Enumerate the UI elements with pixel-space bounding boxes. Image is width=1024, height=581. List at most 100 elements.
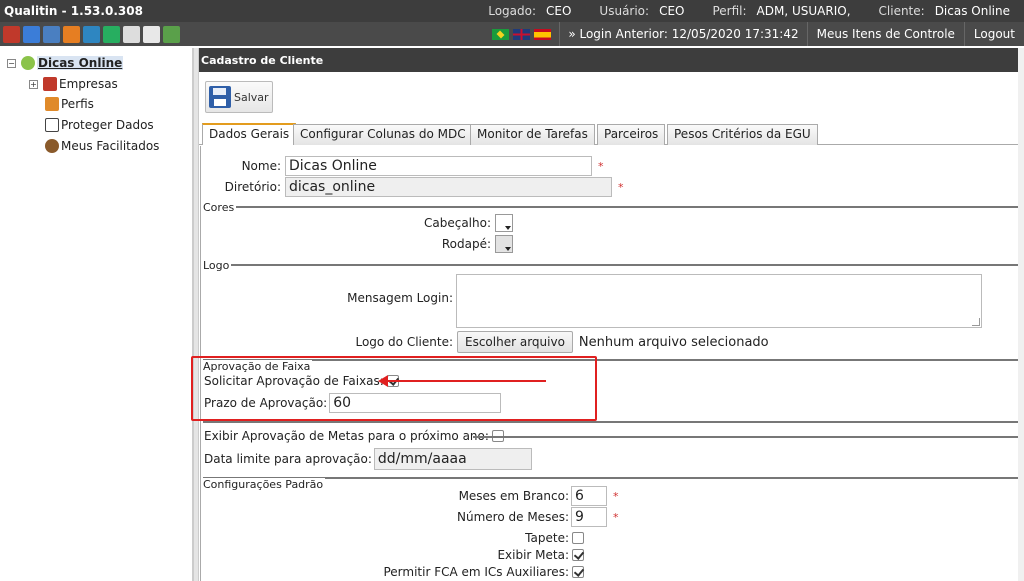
divider [203,421,1024,423]
user-icon [45,139,59,153]
sidebar-item-proteger-dados[interactable]: Proteger Dados [45,118,154,132]
tab-bar: Dados Gerais Configurar Colunas do MDC M… [199,122,1024,145]
module-icon-5[interactable] [83,25,100,43]
logo-cliente-row: Logo do Cliente: Escolher arquivo Nenhum… [201,331,769,353]
required-mark: * [598,159,604,173]
companies-icon [43,77,57,91]
meses-branco-row: Meses em Branco: 6 * [201,486,619,506]
save-label: Salvar [234,90,269,104]
top-bar: Qualitin - 1.53.0.308 Logado: CEO Usuário… [0,0,1024,22]
login-anterior: » Login Anterior: 12/05/2020 17:31:42 [559,22,806,46]
module-icon-9[interactable] [163,25,180,43]
tree-root[interactable]: − Dicas Online [7,56,124,70]
config-fieldset: Configurações Padrão [203,477,1024,491]
tapete-checkbox[interactable] [572,532,584,544]
brazil-flag-icon[interactable] [492,28,510,40]
data-limite-input[interactable]: dd/mm/aaaa [373,448,532,470]
nome-label: Nome: [241,159,281,173]
module-icon-3[interactable] [43,25,60,43]
profile: Perfil: ADM, USUARIO, [712,4,851,18]
tab-dados-gerais[interactable]: Dados Gerais [202,123,297,145]
module-icon-2[interactable] [23,25,40,43]
meses-branco-input[interactable]: 6 [571,486,607,506]
highlight-box [191,356,597,421]
logo-cliente-label: Logo do Cliente: [355,335,453,349]
exibir-meta-row: Exibir Meta: [201,548,584,562]
sidebar-item-perfis[interactable]: Perfis [45,97,94,111]
client: Cliente: Dicas Online [878,4,1010,18]
cabecalho-row: Cabeçalho: [201,214,513,232]
user-info: Logado: CEO Usuário: CEO Perfil: ADM, USUAR… [474,4,1024,18]
diretorio-input: dicas_online [285,177,612,197]
page-title: Cadastro de Cliente [199,48,1024,72]
rodape-label: Rodapé: [441,237,491,251]
logout-link[interactable]: Logout [963,22,1024,46]
exibir-aprov-label: Exibir Aprovação de Metas para o próximo… [204,429,489,443]
tab-configurar-colunas[interactable]: Configurar Colunas do MDC [293,124,473,145]
module-icon-8[interactable] [143,25,160,43]
exibir-aprov-row: Exibir Aprovação de Metas para o próximo… [204,429,504,443]
collapse-icon[interactable]: − [7,58,16,68]
tapete-label: Tapete: [525,531,569,545]
diretorio-row: Diretório: dicas_online * [201,177,624,197]
module-icon-6[interactable] [103,25,120,43]
required-mark: * [613,489,619,503]
numero-meses-label: Número de Meses: [457,510,569,524]
tab-parceiros[interactable]: Parceiros [597,124,666,145]
module-icon-4[interactable] [63,25,80,43]
sidebar-item-empresas[interactable]: + Empresas [29,77,118,91]
language-flags [492,28,559,40]
main-content: Cadastro de Cliente Salvar Dados Gerais … [199,48,1024,581]
save-button[interactable]: Salvar [205,81,273,113]
tree-root-label[interactable]: Dicas Online [37,56,124,70]
mensagem-login-row: Mensagem Login: [201,274,982,328]
tab-pesos-criterios[interactable]: Pesos Critérios da EGU [667,124,818,145]
sidebar-item-label: Proteger Dados [61,118,154,132]
required-mark: * [618,180,624,194]
cores-fieldset: Cores [203,201,1024,214]
tab-monitor-tarefas[interactable]: Monitor de Tarefas [470,124,595,145]
permitir-fca-checkbox[interactable] [572,566,584,578]
sidebar-tree: − Dicas Online + Empresas Perfis Protege… [0,48,193,581]
exibir-meta-checkbox[interactable] [572,549,584,561]
permitir-fca-row: Permitir FCA em ICs Auxiliares: [201,565,584,579]
data-limite-label: Data limite para aprovação: [204,452,372,466]
sidebar-item-label: Meus Facilitados [61,139,160,153]
mensagem-login-textarea[interactable] [456,274,982,328]
module-icon-7[interactable] [123,25,140,43]
rodape-color-picker[interactable] [495,235,513,253]
cabecalho-label: Cabeçalho: [423,216,491,230]
exibir-meta-label: Exibir Meta: [497,548,569,562]
cabecalho-color-picker[interactable] [495,214,513,232]
sidebar-item-meus-facilitados[interactable]: Meus Facilitados [45,139,159,153]
uk-flag-icon[interactable] [513,28,531,40]
client-icon [21,56,35,70]
permitir-fca-label: Permitir FCA em ICs Auxiliares: [383,565,569,579]
numero-meses-row: Número de Meses: 9 * [201,507,619,527]
app-title: Qualitin - 1.53.0.308 [4,4,143,18]
toolbar: » Login Anterior: 12/05/2020 17:31:42 Me… [0,22,1024,46]
logo-legend: Logo [203,259,232,272]
module-icons [0,25,180,43]
sidebar-item-label: Perfis [61,97,94,111]
choose-file-button[interactable]: Escolher arquivo [457,331,573,353]
module-icon-1[interactable] [3,25,20,43]
logo-fieldset: Logo [203,259,1024,272]
calendar-lock-icon [45,118,59,132]
scrollbar[interactable] [1018,48,1024,581]
meus-itens-link[interactable]: Meus Itens de Controle [806,22,964,46]
meses-branco-label: Meses em Branco: [458,489,569,503]
required-mark: * [613,510,619,524]
annotation-arrow [378,375,546,387]
spain-flag-icon[interactable] [534,28,552,40]
numero-meses-input[interactable]: 9 [571,507,607,527]
sidebar-item-label: Empresas [59,77,118,91]
no-file-text: Nenhum arquivo selecionado [578,334,769,350]
diretorio-label: Diretório: [224,180,281,194]
divider [473,436,1024,438]
floppy-disk-icon [209,86,231,108]
expand-icon[interactable]: + [29,79,38,89]
nome-input[interactable]: Dicas Online [285,156,592,176]
tapete-row: Tapete: [201,531,584,545]
logged-user: Logado: CEO [488,4,572,18]
